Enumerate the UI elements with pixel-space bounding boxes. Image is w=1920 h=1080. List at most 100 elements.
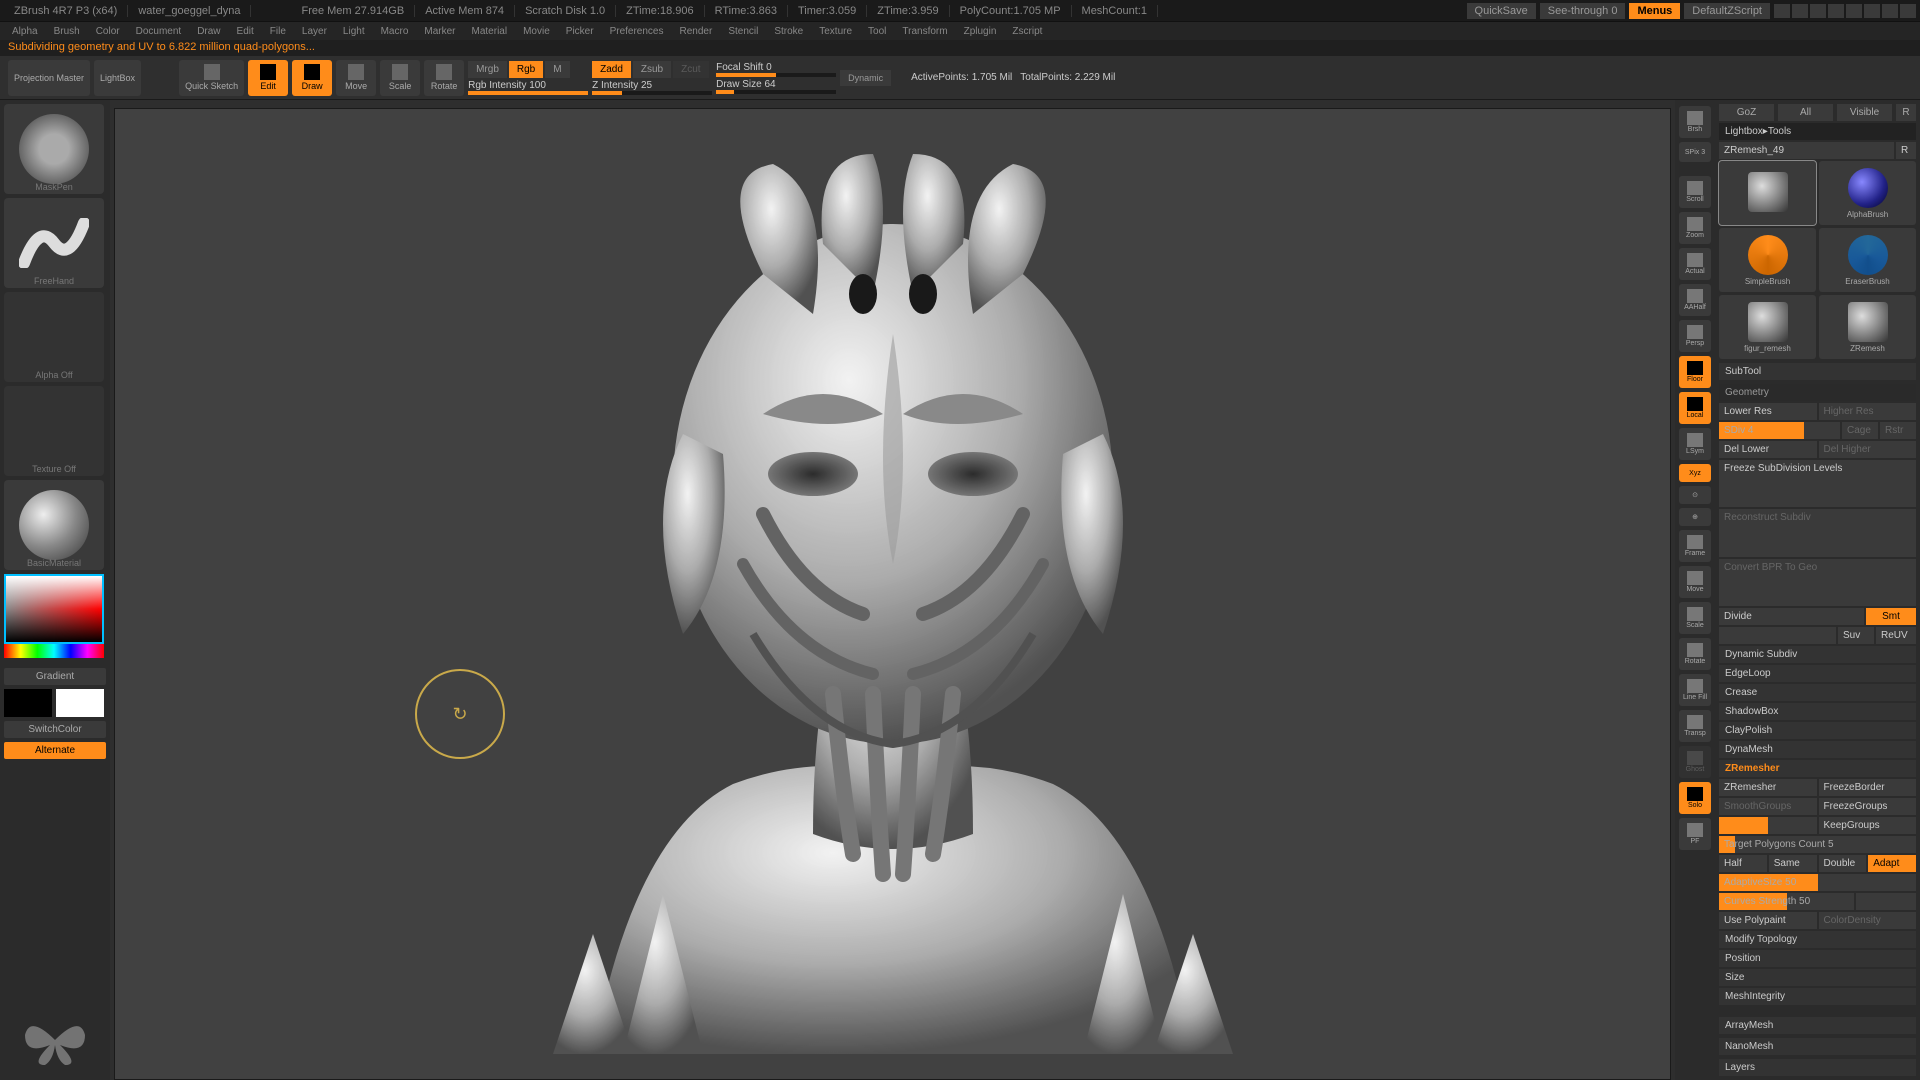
- dynamesh-header[interactable]: DynaMesh: [1719, 741, 1916, 758]
- dynamic-button[interactable]: Dynamic: [840, 70, 891, 86]
- viewport[interactable]: [114, 108, 1671, 1080]
- window-layout-icon[interactable]: [1774, 4, 1790, 18]
- window-layout-icon[interactable]: [1792, 4, 1808, 18]
- position-header[interactable]: Position: [1719, 950, 1916, 967]
- lightbox-button[interactable]: LightBox: [94, 60, 141, 96]
- alternate-button[interactable]: Alternate: [4, 742, 106, 759]
- move-button[interactable]: Move: [336, 60, 376, 96]
- seethrough-slider[interactable]: See-through 0: [1540, 3, 1626, 19]
- move-shelf-button[interactable]: Move: [1679, 566, 1711, 598]
- tool-thumb-zremesh[interactable]: ZRemesh: [1819, 295, 1916, 359]
- material-slot[interactable]: BasicMaterial: [4, 480, 104, 570]
- modify-topology-header[interactable]: Modify Topology: [1719, 931, 1916, 948]
- menu-file[interactable]: File: [262, 26, 294, 37]
- freezegroups-button[interactable]: FreezeGroups: [1819, 798, 1917, 815]
- menu-texture[interactable]: Texture: [811, 26, 860, 37]
- same-button[interactable]: Same: [1769, 855, 1817, 872]
- higher-res-button[interactable]: Higher Res: [1819, 403, 1917, 420]
- color-gradient[interactable]: [4, 574, 104, 644]
- target-polygons-slider[interactable]: Target Polygons Count 5: [1719, 836, 1916, 853]
- frame-button[interactable]: Frame: [1679, 530, 1711, 562]
- zcut-button[interactable]: Zcut: [673, 61, 708, 78]
- window-layout-icon[interactable]: [1828, 4, 1844, 18]
- arraymesh-header[interactable]: ArrayMesh: [1719, 1017, 1916, 1034]
- scale-button[interactable]: Scale: [380, 60, 420, 96]
- target-button[interactable]: ⊕: [1679, 508, 1711, 526]
- zsub-button[interactable]: Zsub: [633, 61, 671, 78]
- del-higher-button[interactable]: Del Higher: [1819, 441, 1917, 458]
- smt-button[interactable]: Smt: [1866, 608, 1916, 625]
- half-button[interactable]: Half: [1719, 855, 1767, 872]
- quicksave-button[interactable]: QuickSave: [1467, 3, 1536, 19]
- zremesher-header[interactable]: ZRemesher: [1719, 760, 1916, 777]
- primary-color-swatch[interactable]: [56, 689, 104, 717]
- r-button[interactable]: R: [1896, 104, 1916, 121]
- menus-button[interactable]: Menus: [1629, 3, 1680, 19]
- xyz-button[interactable]: Xyz: [1679, 464, 1711, 482]
- hue-strip[interactable]: [4, 644, 104, 658]
- rstr-button[interactable]: Rstr: [1880, 422, 1916, 439]
- dynamic-subdiv-header[interactable]: Dynamic Subdiv: [1719, 646, 1916, 663]
- curves-strength-slider[interactable]: Curves Strength 50: [1719, 893, 1854, 910]
- menu-stroke[interactable]: Stroke: [766, 26, 811, 37]
- menu-preferences[interactable]: Preferences: [602, 26, 672, 37]
- pf-button[interactable]: PF: [1679, 818, 1711, 850]
- tool-thumb-simplebrush[interactable]: SimpleBrush: [1719, 228, 1816, 292]
- subtool-header[interactable]: SubTool: [1719, 363, 1916, 380]
- menu-picker[interactable]: Picker: [558, 26, 602, 37]
- aahalf-button[interactable]: AAHalf: [1679, 284, 1711, 316]
- menu-alpha[interactable]: Alpha: [4, 26, 46, 37]
- tool-thumb-eraserbrush[interactable]: EraserBrush: [1819, 228, 1916, 292]
- transp-button[interactable]: Transp: [1679, 710, 1711, 742]
- visible-button[interactable]: Visible: [1837, 104, 1892, 121]
- menu-edit[interactable]: Edit: [229, 26, 262, 37]
- color-picker[interactable]: [4, 574, 104, 664]
- tool-thumb-current[interactable]: [1719, 161, 1816, 225]
- secondary-color-swatch[interactable]: [4, 689, 52, 717]
- menu-stencil[interactable]: Stencil: [720, 26, 766, 37]
- use-polypaint-button[interactable]: Use Polypaint: [1719, 912, 1817, 929]
- local-button[interactable]: Local: [1679, 392, 1711, 424]
- menu-render[interactable]: Render: [672, 26, 721, 37]
- z-intensity-slider[interactable]: Z Intensity 25: [592, 80, 712, 95]
- tool-r-button[interactable]: R: [1896, 142, 1916, 159]
- divide-button[interactable]: Divide: [1719, 608, 1864, 625]
- freezeborder-button[interactable]: FreezeBorder: [1819, 779, 1917, 796]
- zadd-button[interactable]: Zadd: [592, 61, 631, 78]
- m-button[interactable]: M: [545, 61, 569, 78]
- lower-res-button[interactable]: Lower Res: [1719, 403, 1817, 420]
- menu-light[interactable]: Light: [335, 26, 373, 37]
- edit-button[interactable]: Edit: [248, 60, 288, 96]
- menu-zscript[interactable]: Zscript: [1004, 26, 1050, 37]
- tool-thumb-figur[interactable]: figur_remesh: [1719, 295, 1816, 359]
- texture-slot[interactable]: Texture Off: [4, 386, 104, 476]
- floor-button[interactable]: Floor: [1679, 356, 1711, 388]
- close-icon[interactable]: [1900, 4, 1916, 18]
- adapt-button[interactable]: Adapt: [1868, 855, 1916, 872]
- reuv-button[interactable]: ReUV: [1876, 627, 1916, 644]
- shadowbox-header[interactable]: ShadowBox: [1719, 703, 1916, 720]
- menu-brush[interactable]: Brush: [46, 26, 88, 37]
- tool-name[interactable]: ZRemesh_49: [1719, 142, 1894, 159]
- menu-material[interactable]: Material: [464, 26, 516, 37]
- tool-thumb-alphabrush[interactable]: AlphaBrush: [1819, 161, 1916, 225]
- scale-shelf-button[interactable]: Scale: [1679, 602, 1711, 634]
- smoothgroups-button[interactable]: SmoothGroups: [1719, 798, 1817, 815]
- draw-button[interactable]: Draw: [292, 60, 332, 96]
- menu-movie[interactable]: Movie: [515, 26, 558, 37]
- rotate-button[interactable]: Rotate: [424, 60, 464, 96]
- gradient-button[interactable]: Gradient: [4, 668, 106, 685]
- nanomesh-header[interactable]: NanoMesh: [1719, 1038, 1916, 1055]
- center-button[interactable]: ⊙: [1679, 486, 1711, 504]
- ghost-button[interactable]: Ghost: [1679, 746, 1711, 778]
- persp-button[interactable]: Persp: [1679, 320, 1711, 352]
- convert-bpr-button[interactable]: Convert BPR To Geo: [1719, 559, 1916, 606]
- lightbox-tools-label[interactable]: Lightbox▸Tools: [1719, 123, 1916, 140]
- claypolish-header[interactable]: ClayPolish: [1719, 722, 1916, 739]
- window-layout-icon[interactable]: [1846, 4, 1862, 18]
- linefill-button[interactable]: Line Fill: [1679, 674, 1711, 706]
- brush-shelf-button[interactable]: Brsh: [1679, 106, 1711, 138]
- brush-slot[interactable]: MaskPen: [4, 104, 104, 194]
- menu-macro[interactable]: Macro: [373, 26, 417, 37]
- focal-shift-slider[interactable]: Focal Shift 0: [716, 62, 836, 77]
